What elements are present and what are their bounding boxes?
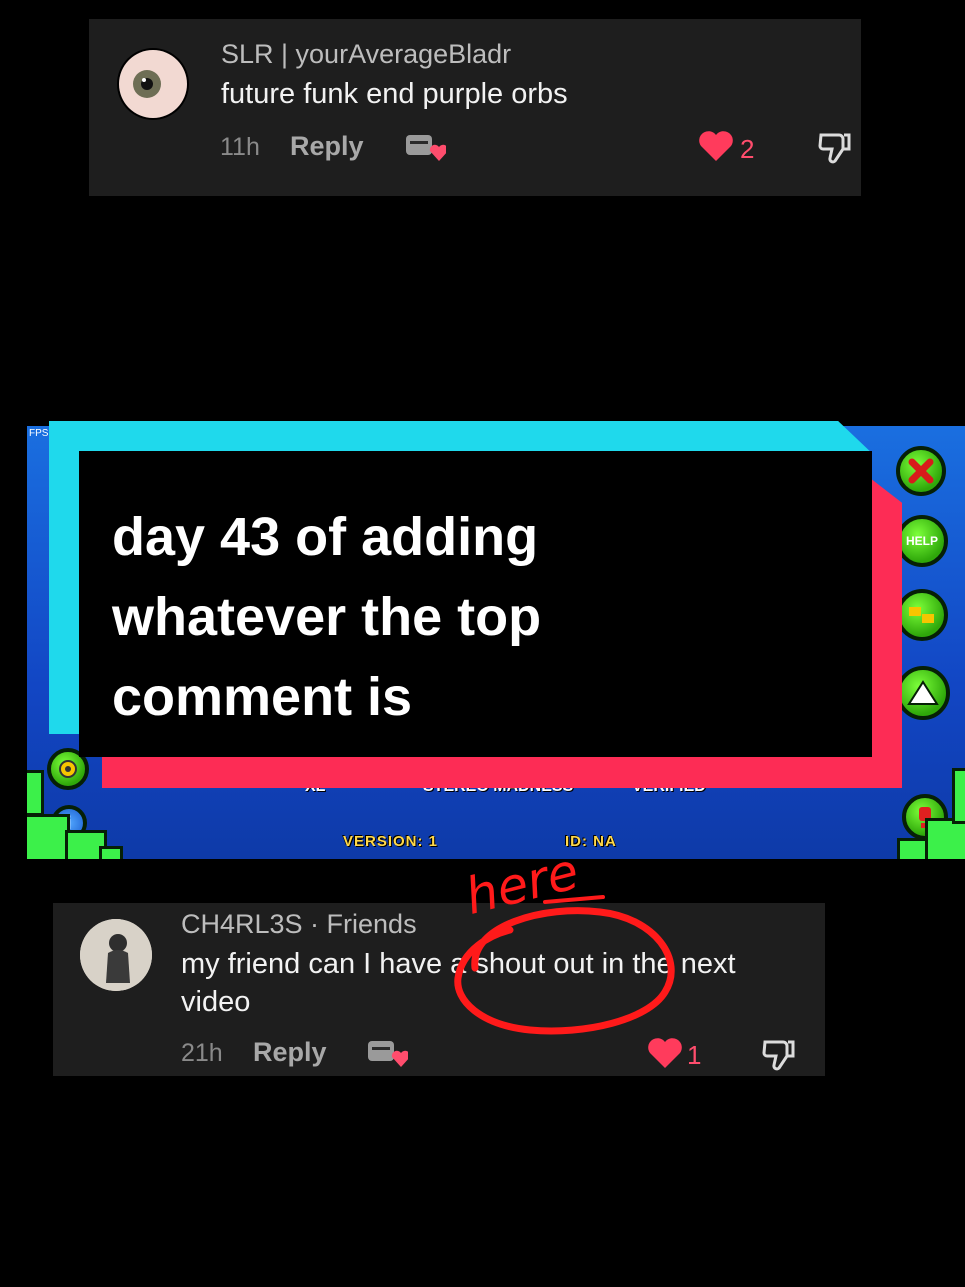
annotation-circle <box>454 895 675 1035</box>
